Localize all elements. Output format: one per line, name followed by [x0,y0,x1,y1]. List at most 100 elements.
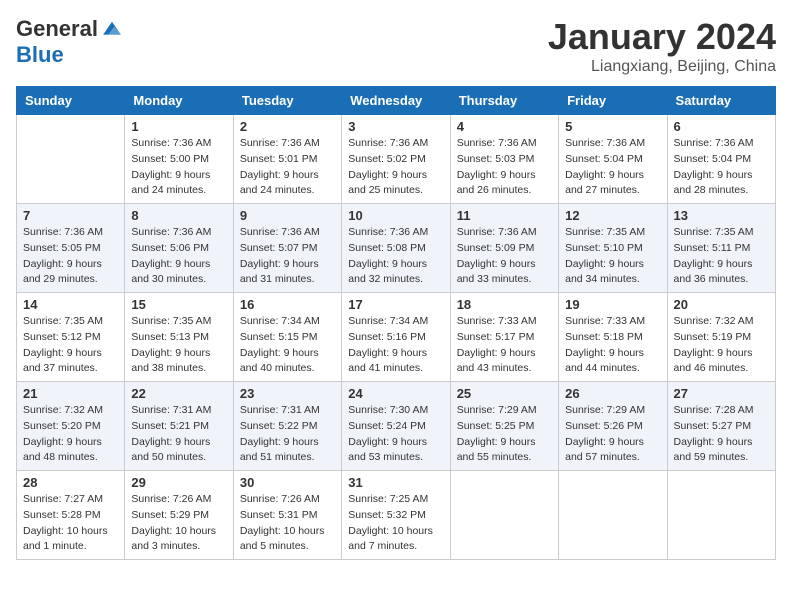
logo-general: General [16,16,98,42]
day-info: Sunrise: 7:36 AMSunset: 5:09 PMDaylight:… [457,225,552,288]
day-info: Sunrise: 7:33 AMSunset: 5:18 PMDaylight:… [565,314,660,377]
table-row: 5 Sunrise: 7:36 AMSunset: 5:04 PMDaylight… [559,115,667,204]
table-row [17,115,125,204]
day-info: Sunrise: 7:36 AMSunset: 5:08 PMDaylight:… [348,225,443,288]
table-row: 22 Sunrise: 7:31 AMSunset: 5:21 PMDayligh… [125,382,233,471]
table-row: 17 Sunrise: 7:34 AMSunset: 5:16 PMDayligh… [342,293,450,382]
table-row: 19 Sunrise: 7:33 AMSunset: 5:18 PMDayligh… [559,293,667,382]
table-row: 11 Sunrise: 7:36 AMSunset: 5:09 PMDayligh… [450,204,558,293]
day-info: Sunrise: 7:32 AMSunset: 5:20 PMDaylight:… [23,403,118,466]
calendar-week-1: 1 Sunrise: 7:36 AMSunset: 5:00 PMDaylight… [17,115,776,204]
page-header: General Blue January 2024 Liangxiang, Be… [16,16,776,76]
table-row: 16Sunrise: 7:34 AMSunset: 5:15 PMDayligh… [233,293,341,382]
day-info: Sunrise: 7:33 AMSunset: 5:17 PMDaylight:… [457,314,552,377]
table-row: 21Sunrise: 7:32 AMSunset: 5:20 PMDayligh… [17,382,125,471]
location: Liangxiang, Beijing, China [548,58,776,76]
logo-blue: Blue [16,42,64,67]
day-number: 10 [348,208,443,223]
header-wednesday: Wednesday [342,87,450,115]
day-number: 22 [131,386,226,401]
day-number: 5 [565,119,660,134]
day-number: 12 [565,208,660,223]
table-row: 26Sunrise: 7:29 AMSunset: 5:26 PMDayligh… [559,382,667,471]
day-info: Sunrise: 7:36 AMSunset: 5:02 PMDaylight:… [348,136,443,199]
day-info: Sunrise: 7:35 AMSunset: 5:13 PMDaylight:… [131,314,226,377]
table-row: 28Sunrise: 7:27 AMSunset: 5:28 PMDayligh… [17,471,125,560]
day-info: Sunrise: 7:31 AMSunset: 5:22 PMDaylight:… [240,403,335,466]
table-row: 10 Sunrise: 7:36 AMSunset: 5:08 PMDayligh… [342,204,450,293]
day-info: Sunrise: 7:32 AMSunset: 5:19 PMDaylight:… [674,314,769,377]
day-number: 24 [348,386,443,401]
header-friday: Friday [559,87,667,115]
day-info: Sunrise: 7:26 AMSunset: 5:31 PMDaylight:… [240,492,335,555]
day-info: Sunrise: 7:36 AMSunset: 5:06 PMDaylight:… [131,225,226,288]
title-section: January 2024 Liangxiang, Beijing, China [548,16,776,76]
day-number: 28 [23,475,118,490]
table-row: 24 Sunrise: 7:30 AMSunset: 5:24 PMDayligh… [342,382,450,471]
day-number: 25 [457,386,552,401]
table-row: 23Sunrise: 7:31 AMSunset: 5:22 PMDayligh… [233,382,341,471]
day-number: 31 [348,475,443,490]
table-row [559,471,667,560]
day-info: Sunrise: 7:36 AMSunset: 5:07 PMDaylight:… [240,225,335,288]
day-number: 29 [131,475,226,490]
table-row: 27 Sunrise: 7:28 AMSunset: 5:27 PMDayligh… [667,382,775,471]
logo-icon [100,17,124,41]
day-info: Sunrise: 7:36 AMSunset: 5:01 PMDaylight:… [240,136,335,199]
table-row: 7 Sunrise: 7:36 AMSunset: 5:05 PMDaylight… [17,204,125,293]
day-number: 20 [674,297,769,312]
day-number: 4 [457,119,552,134]
calendar-week-2: 7 Sunrise: 7:36 AMSunset: 5:05 PMDaylight… [17,204,776,293]
table-row [667,471,775,560]
day-number: 7 [23,208,118,223]
logo: General Blue [16,16,124,68]
day-number: 19 [565,297,660,312]
day-number: 1 [131,119,226,134]
calendar-week-4: 21Sunrise: 7:32 AMSunset: 5:20 PMDayligh… [17,382,776,471]
calendar-week-3: 14Sunrise: 7:35 AMSunset: 5:12 PMDayligh… [17,293,776,382]
header-sunday: Sunday [17,87,125,115]
calendar-header-row: Sunday Monday Tuesday Wednesday Thursday… [17,87,776,115]
day-info: Sunrise: 7:29 AMSunset: 5:26 PMDaylight:… [565,403,660,466]
day-info: Sunrise: 7:36 AMSunset: 5:04 PMDaylight:… [565,136,660,199]
day-number: 8 [131,208,226,223]
table-row: 15Sunrise: 7:35 AMSunset: 5:13 PMDayligh… [125,293,233,382]
day-number: 18 [457,297,552,312]
table-row: 2 Sunrise: 7:36 AMSunset: 5:01 PMDaylight… [233,115,341,204]
table-row: 9 Sunrise: 7:36 AMSunset: 5:07 PMDaylight… [233,204,341,293]
day-info: Sunrise: 7:34 AMSunset: 5:16 PMDaylight:… [348,314,443,377]
table-row: 20 Sunrise: 7:32 AMSunset: 5:19 PMDayligh… [667,293,775,382]
calendar: Sunday Monday Tuesday Wednesday Thursday… [16,86,776,560]
header-thursday: Thursday [450,87,558,115]
day-number: 13 [674,208,769,223]
day-info: Sunrise: 7:35 AMSunset: 5:10 PMDaylight:… [565,225,660,288]
table-row: 18 Sunrise: 7:33 AMSunset: 5:17 PMDayligh… [450,293,558,382]
day-number: 27 [674,386,769,401]
calendar-week-5: 28Sunrise: 7:27 AMSunset: 5:28 PMDayligh… [17,471,776,560]
day-info: Sunrise: 7:26 AMSunset: 5:29 PMDaylight:… [131,492,226,555]
month-title: January 2024 [548,16,776,58]
header-saturday: Saturday [667,87,775,115]
day-info: Sunrise: 7:36 AMSunset: 5:00 PMDaylight:… [131,136,226,199]
day-info: Sunrise: 7:31 AMSunset: 5:21 PMDaylight:… [131,403,226,466]
day-number: 2 [240,119,335,134]
table-row [450,471,558,560]
header-monday: Monday [125,87,233,115]
day-info: Sunrise: 7:28 AMSunset: 5:27 PMDaylight:… [674,403,769,466]
day-number: 17 [348,297,443,312]
day-number: 9 [240,208,335,223]
day-info: Sunrise: 7:30 AMSunset: 5:24 PMDaylight:… [348,403,443,466]
table-row: 12 Sunrise: 7:35 AMSunset: 5:10 PMDayligh… [559,204,667,293]
table-row: 31 Sunrise: 7:25 AMSunset: 5:32 PMDayligh… [342,471,450,560]
table-row: 6Sunrise: 7:36 AMSunset: 5:04 PMDaylight… [667,115,775,204]
day-info: Sunrise: 7:36 AMSunset: 5:04 PMDaylight:… [674,136,769,199]
day-info: Sunrise: 7:25 AMSunset: 5:32 PMDaylight:… [348,492,443,555]
day-number: 11 [457,208,552,223]
table-row: 8 Sunrise: 7:36 AMSunset: 5:06 PMDaylight… [125,204,233,293]
table-row: 30Sunrise: 7:26 AMSunset: 5:31 PMDayligh… [233,471,341,560]
day-number: 14 [23,297,118,312]
table-row: 29 Sunrise: 7:26 AMSunset: 5:29 PMDayligh… [125,471,233,560]
table-row: 1 Sunrise: 7:36 AMSunset: 5:00 PMDaylight… [125,115,233,204]
day-info: Sunrise: 7:34 AMSunset: 5:15 PMDaylight:… [240,314,335,377]
day-info: Sunrise: 7:36 AMSunset: 5:05 PMDaylight:… [23,225,118,288]
